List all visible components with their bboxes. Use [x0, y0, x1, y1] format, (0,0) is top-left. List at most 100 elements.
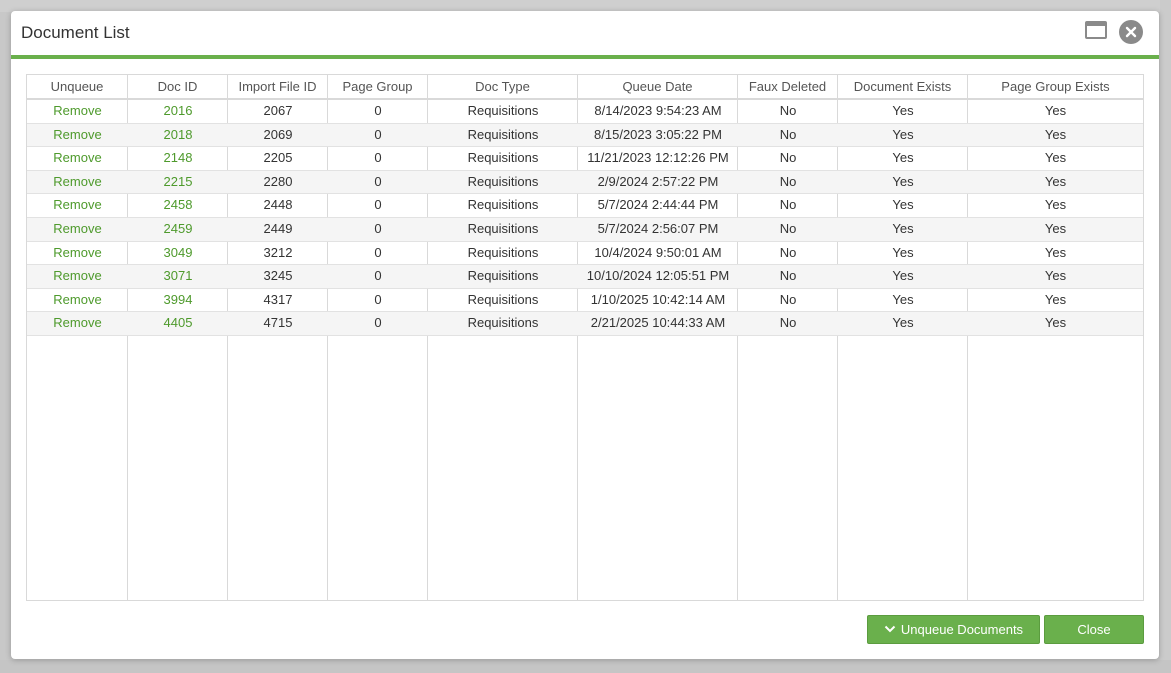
table-row[interactable]: Remove 3071 3245 0 Requisitions 10/10/2024 12… — [27, 265, 1143, 289]
doc-type-cell: Requisitions — [467, 268, 539, 284]
import-file-id-cell: 2448 — [263, 197, 293, 213]
table-row[interactable]: Remove 2018 2069 0 Requisitions 8/15/2023 3:0… — [27, 123, 1143, 148]
column-header-queue-date[interactable]: Queue Date — [578, 75, 738, 98]
document-exists-cell: Yes — [892, 150, 914, 166]
document-exists-cell: Yes — [892, 103, 914, 118]
doc-id-link[interactable]: 3994 — [128, 289, 228, 312]
faux-deleted-cell: No — [779, 315, 797, 331]
doc-id-link[interactable]: 2459 — [128, 218, 228, 241]
column-header-doc-id[interactable]: Doc ID — [128, 75, 228, 98]
faux-deleted-cell: No — [779, 268, 797, 284]
page-group-exists-cell: Yes — [1044, 103, 1067, 118]
remove-link[interactable]: Remove — [27, 147, 128, 170]
doc-id-link[interactable]: 4405 — [128, 312, 228, 335]
remove-link[interactable]: Remove — [27, 312, 128, 335]
page-group-cell: 0 — [374, 126, 382, 142]
dialog-header: Document List — [11, 11, 1159, 55]
document-grid: Unqueue Doc ID Import File ID Page Group… — [26, 74, 1144, 601]
document-exists-cell: Yes — [892, 220, 914, 236]
page-group-cell: 0 — [374, 315, 382, 331]
remove-link[interactable]: Remove — [27, 289, 128, 312]
queue-date-cell: 5/7/2024 2:56:07 PM — [597, 220, 719, 236]
page-group-exists-cell: Yes — [1044, 268, 1067, 284]
remove-link[interactable]: Remove — [27, 265, 128, 288]
doc-id-link[interactable]: 2458 — [128, 194, 228, 217]
column-header-faux-deleted[interactable]: Faux Deleted — [738, 75, 838, 98]
table-row[interactable]: Remove 2459 2449 0 Requisitions 5/7/2024 2:56… — [27, 217, 1143, 242]
column-header-page-group-exists[interactable]: Page Group Exists — [968, 75, 1143, 98]
faux-deleted-cell: No — [779, 197, 797, 213]
remove-link[interactable]: Remove — [27, 100, 128, 123]
remove-link[interactable]: Remove — [27, 194, 128, 217]
page-group-cell: 0 — [374, 103, 382, 118]
doc-type-cell: Requisitions — [467, 244, 539, 260]
queue-date-cell: 1/10/2025 10:42:14 AM — [590, 291, 726, 307]
close-button[interactable]: Close — [1044, 615, 1144, 644]
header-accent-rule — [11, 55, 1159, 59]
document-exists-cell: Yes — [892, 291, 914, 307]
queue-date-cell: 8/15/2023 3:05:22 PM — [594, 126, 722, 142]
page-group-cell: 0 — [374, 244, 382, 260]
queue-date-cell: 10/4/2024 9:50:01 AM — [594, 244, 722, 260]
doc-id-link[interactable]: 2016 — [128, 100, 228, 123]
doc-id-link[interactable]: 3049 — [128, 242, 228, 265]
table-row[interactable]: Remove 2215 2280 0 Requisitions 2/9/2024 2:57… — [27, 170, 1143, 195]
page-group-exists-cell: Yes — [1044, 244, 1067, 260]
doc-type-cell: Requisitions — [467, 173, 539, 189]
import-file-id-cell: 2280 — [263, 173, 293, 189]
remove-link[interactable]: Remove — [27, 218, 128, 241]
table-row[interactable]: Remove 2148 2205 0 Requisitions 11/21/2023 12… — [27, 147, 1143, 171]
remove-link[interactable]: Remove — [27, 242, 128, 265]
doc-id-link[interactable]: 2018 — [128, 124, 228, 147]
column-header-import-file-id[interactable]: Import File ID — [228, 75, 328, 98]
table-row[interactable]: Remove 2458 2448 0 Requisitions 5/7/2024 2:44… — [27, 194, 1143, 218]
table-row[interactable]: Remove 3994 4317 0 Requisitions 1/10/2025 10:… — [27, 289, 1143, 313]
unqueue-documents-button[interactable]: Unqueue Documents — [867, 615, 1040, 644]
remove-link[interactable]: Remove — [27, 171, 128, 194]
page-group-exists-cell: Yes — [1044, 197, 1067, 213]
document-exists-cell: Yes — [892, 244, 914, 260]
doc-type-cell: Requisitions — [467, 150, 539, 166]
doc-id-link[interactable]: 2215 — [128, 171, 228, 194]
column-header-doc-type[interactable]: Doc Type — [428, 75, 578, 98]
document-exists-cell: Yes — [892, 315, 914, 331]
chevron-down-icon — [884, 616, 896, 643]
import-file-id-cell: 3245 — [263, 268, 293, 284]
close-circle-icon[interactable] — [1119, 20, 1143, 44]
column-header-page-group[interactable]: Page Group — [328, 75, 428, 98]
table-row[interactable]: Remove 2016 2067 0 Requisitions 8/14/2023 9:5… — [27, 100, 1143, 124]
faux-deleted-cell: No — [779, 173, 797, 189]
doc-id-link[interactable]: 2148 — [128, 147, 228, 170]
faux-deleted-cell: No — [779, 220, 797, 236]
import-file-id-cell: 2069 — [263, 126, 293, 142]
page-group-exists-cell: Yes — [1044, 126, 1067, 142]
import-file-id-cell: 4317 — [263, 291, 293, 307]
queue-date-cell: 2/21/2025 10:44:33 AM — [590, 315, 726, 331]
table-row[interactable]: Remove 4405 4715 0 Requisitions 2/21/2025 10:… — [27, 312, 1143, 336]
doc-type-cell: Requisitions — [467, 291, 539, 307]
page-group-cell: 0 — [374, 220, 382, 236]
faux-deleted-cell: No — [779, 103, 797, 118]
remove-link[interactable]: Remove — [27, 124, 128, 147]
page-group-exists-cell: Yes — [1044, 315, 1067, 331]
import-file-id-cell: 2067 — [263, 103, 293, 118]
column-header-unqueue[interactable]: Unqueue — [27, 75, 128, 98]
import-file-id-cell: 3212 — [263, 244, 293, 260]
document-exists-cell: Yes — [892, 173, 914, 189]
queue-date-cell: 10/10/2024 12:05:51 PM — [586, 268, 730, 284]
table-row[interactable]: Remove 3049 3212 0 Requisitions 10/4/2024 9:5… — [27, 242, 1143, 266]
page-group-cell: 0 — [374, 173, 382, 189]
import-file-id-cell: 2205 — [263, 150, 293, 166]
dialog-title: Document List — [21, 23, 130, 42]
unqueue-documents-label: Unqueue Documents — [900, 622, 1024, 637]
column-header-document-exists[interactable]: Document Exists — [838, 75, 968, 98]
document-exists-cell: Yes — [892, 268, 914, 284]
queue-date-cell: 11/21/2023 12:12:26 PM — [587, 150, 729, 166]
page-group-cell: 0 — [374, 150, 382, 166]
doc-id-link[interactable]: 3071 — [128, 265, 228, 288]
faux-deleted-cell: No — [779, 150, 797, 166]
window-maximize-icon[interactable] — [1085, 21, 1107, 39]
doc-type-cell: Requisitions — [467, 220, 539, 236]
document-exists-cell: Yes — [892, 126, 914, 142]
document-list-dialog: Document List Unqueue Doc ID Import File… — [11, 11, 1159, 659]
